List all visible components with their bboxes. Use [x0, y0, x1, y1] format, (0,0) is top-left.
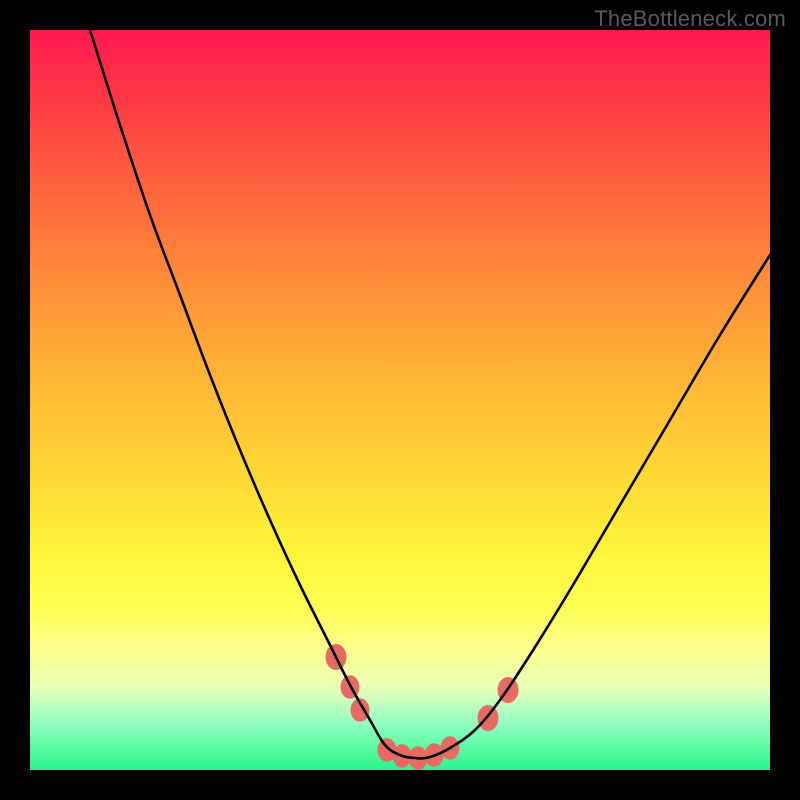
outer-frame: TheBottleneck.com — [0, 0, 800, 800]
beads-group — [326, 645, 518, 770]
bead-marker — [478, 706, 498, 731]
plot-area — [30, 30, 770, 770]
watermark-text: TheBottleneck.com — [594, 6, 786, 32]
bottleneck-curve — [90, 30, 770, 758]
curve-svg — [30, 30, 770, 770]
